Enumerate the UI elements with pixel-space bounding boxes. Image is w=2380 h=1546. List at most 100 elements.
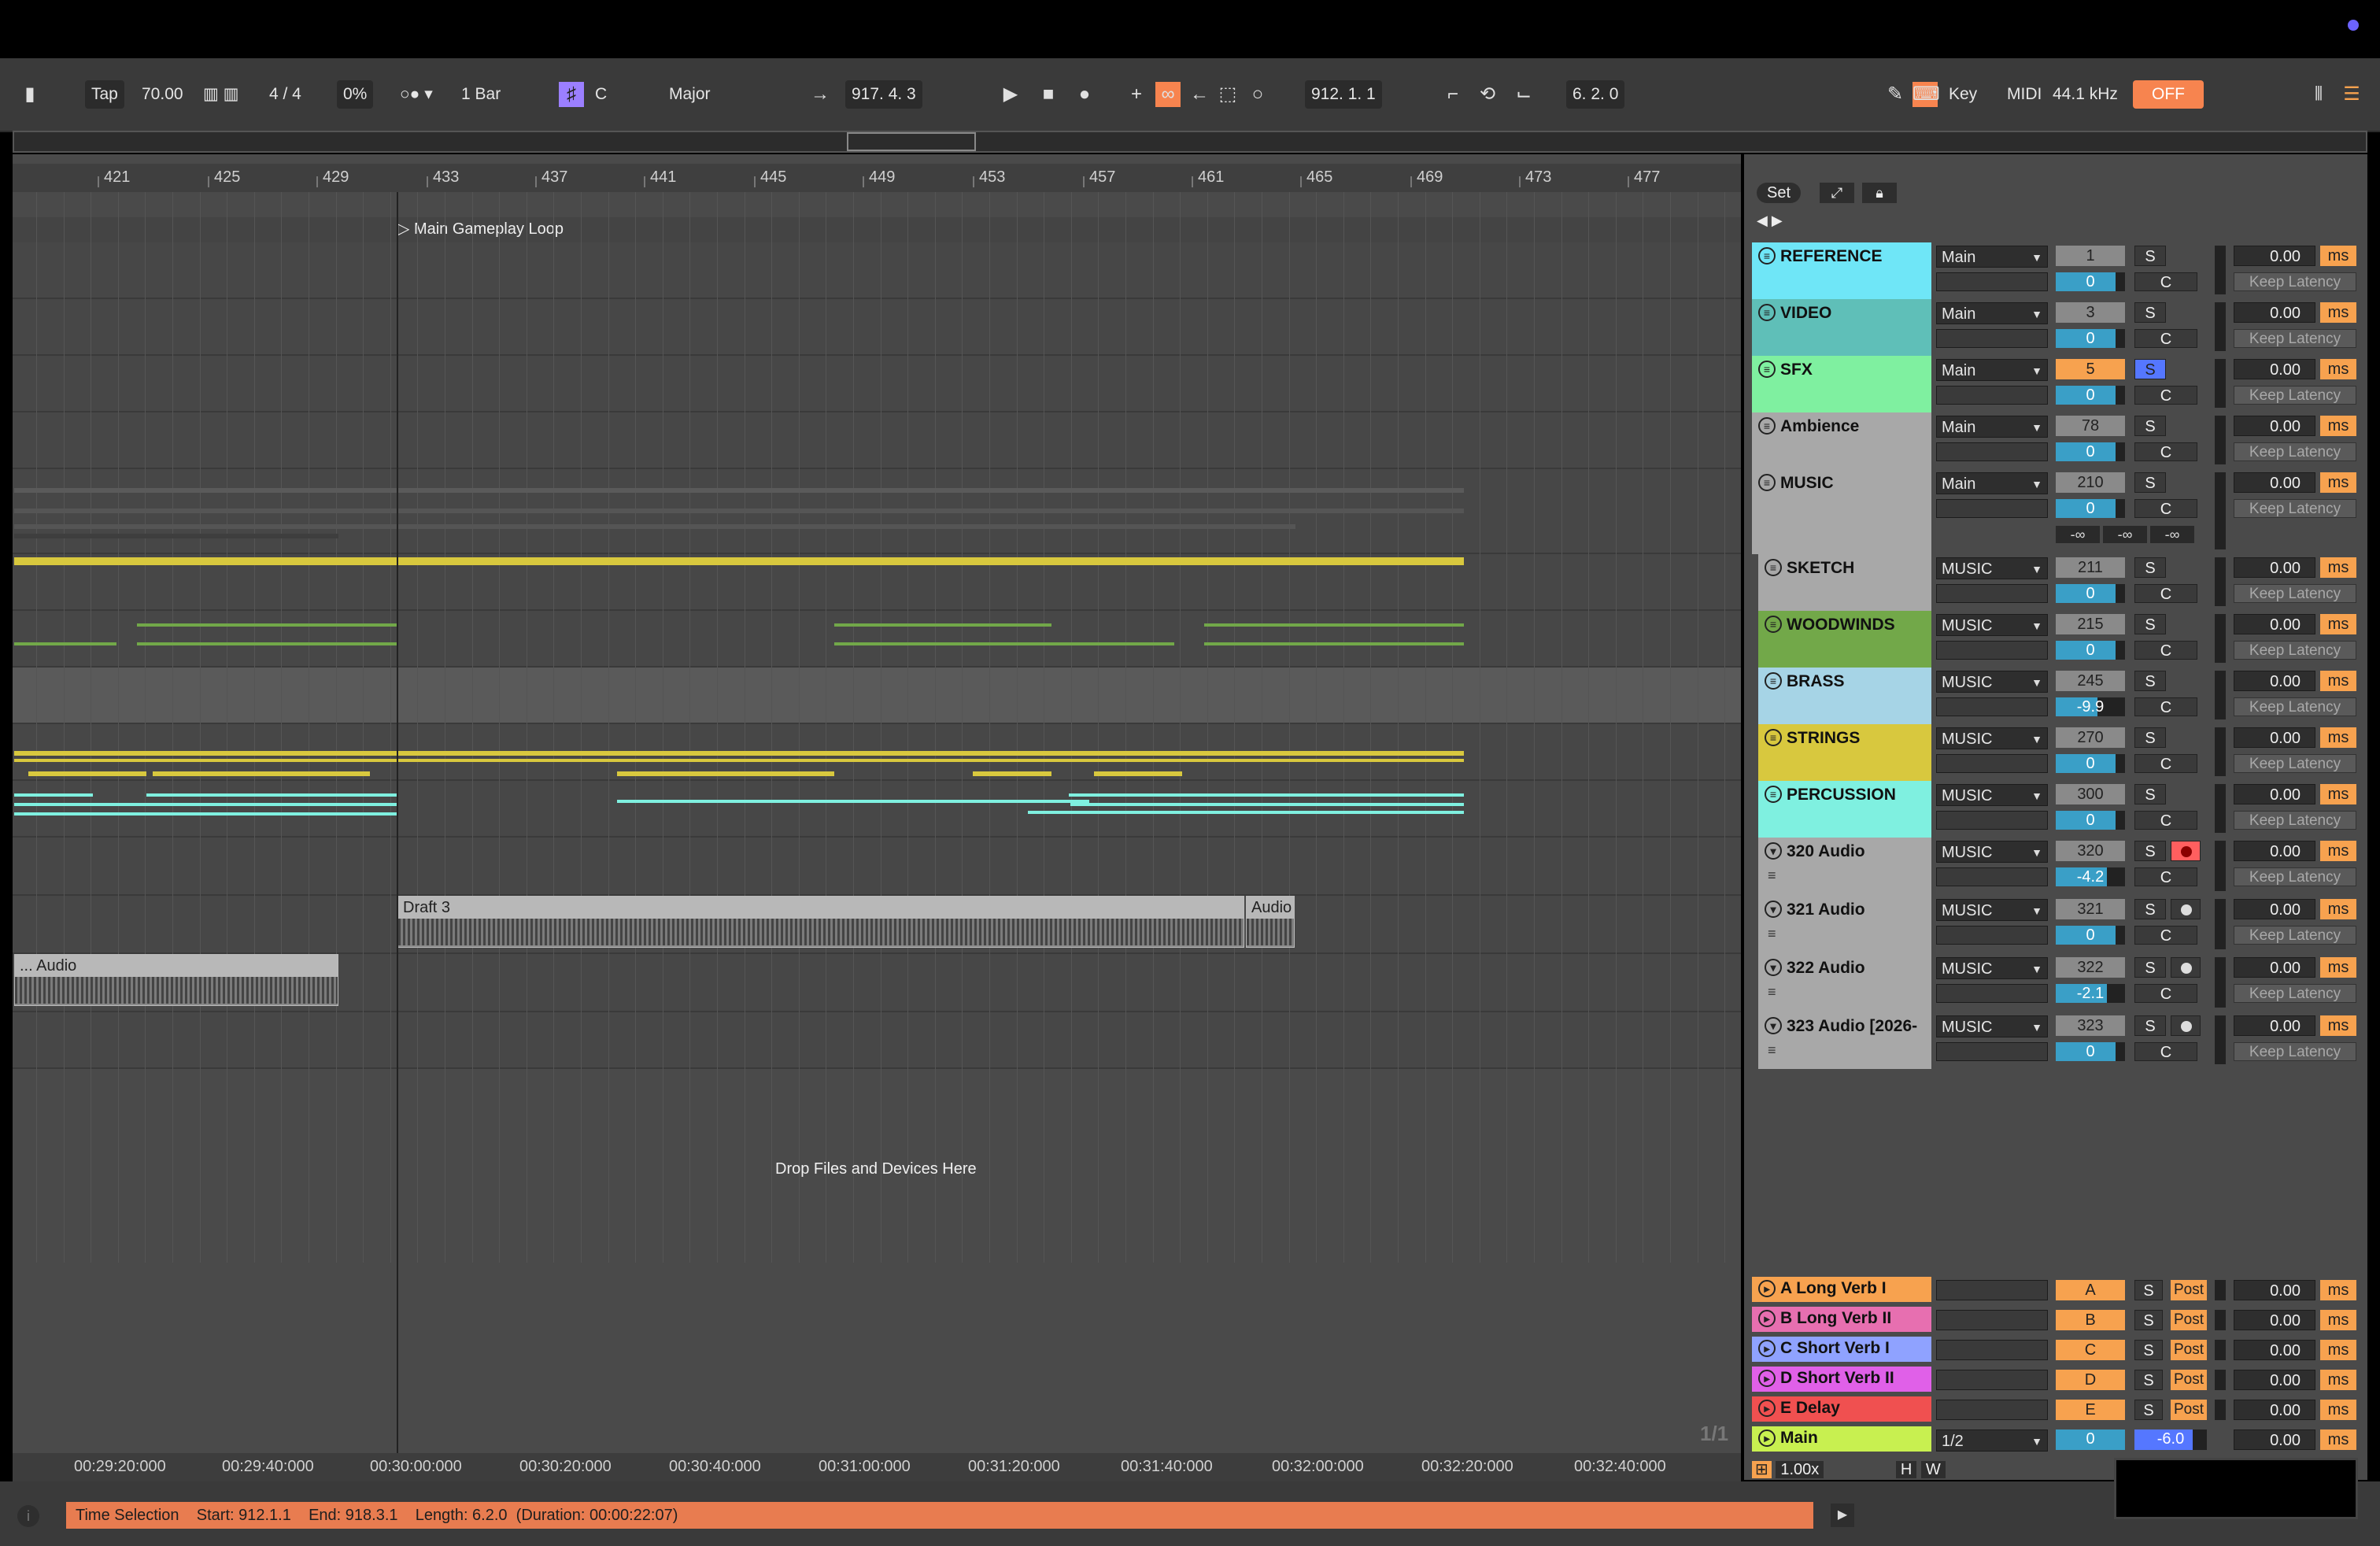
output-channel-select[interactable] <box>1936 697 2048 716</box>
info-icon[interactable]: i <box>17 1505 39 1527</box>
draw-mode-icon[interactable]: ✎ <box>1883 82 1908 107</box>
track-number[interactable]: 215 <box>2056 614 2125 634</box>
track-volume[interactable]: 0 <box>2056 584 2125 603</box>
track-delay-field[interactable]: 0.00 <box>2234 557 2315 578</box>
track-lane[interactable] <box>13 838 1741 896</box>
clip-note-bar[interactable] <box>137 623 397 627</box>
keep-latency-button[interactable]: Keep Latency <box>2234 984 2356 1003</box>
solo-button[interactable]: S <box>2134 614 2166 634</box>
clip-note-bar[interactable] <box>834 623 1051 627</box>
audio-clip-draft-3[interactable]: Draft 3 <box>397 896 1244 948</box>
clip-note-bar[interactable] <box>1204 642 1464 645</box>
keep-latency-button[interactable]: Keep Latency <box>2234 499 2356 518</box>
stop-icon[interactable]: ■ <box>1036 82 1061 107</box>
group-icon[interactable]: ≡ <box>1758 247 1776 264</box>
clip-note-bar[interactable] <box>28 771 146 776</box>
return-name[interactable]: ▸ A Long Verb I <box>1752 1277 1931 1302</box>
track-name[interactable]: ▾ 320 Audio ≡ <box>1758 838 1931 896</box>
output-routing-select[interactable]: MUSIC <box>1936 727 2048 750</box>
pre-post-toggle[interactable]: Post <box>2171 1370 2207 1390</box>
clip-note-bar[interactable] <box>1070 803 1464 806</box>
delay-unit-toggle[interactable]: ms <box>2320 1370 2356 1390</box>
solo-button[interactable]: S <box>2134 1400 2163 1420</box>
cpu-overload-indicator[interactable]: OFF <box>2133 80 2204 109</box>
clip-note-bar[interactable] <box>137 642 397 645</box>
solo-button[interactable]: S <box>2134 416 2166 436</box>
lane-menu-icon[interactable]: ≡ <box>1768 984 1776 1000</box>
clip-note-bar[interactable] <box>14 812 397 816</box>
track-lane[interactable] <box>13 299 1741 356</box>
solo-button[interactable]: S <box>2134 1280 2163 1300</box>
lane-menu-icon[interactable]: ≡ <box>1768 867 1776 884</box>
clip-note-bar[interactable] <box>1204 623 1464 627</box>
clip-note-bar[interactable] <box>14 509 1464 513</box>
group-icon[interactable]: ≡ <box>1758 361 1776 378</box>
solo-button[interactable]: S <box>2134 1370 2163 1390</box>
solo-button[interactable]: S <box>2134 727 2166 748</box>
keep-latency-button[interactable]: Keep Latency <box>2234 272 2356 291</box>
arm-button[interactable] <box>2171 957 2201 978</box>
solo-button[interactable]: S <box>2134 841 2166 861</box>
solo-button[interactable]: S <box>2134 1015 2166 1036</box>
track-name[interactable]: ▾ 322 Audio ≡ <box>1758 954 1931 1012</box>
main-number[interactable]: 0 <box>2056 1429 2125 1450</box>
return-letter[interactable]: D <box>2056 1370 2125 1390</box>
clip-note-bar[interactable] <box>14 524 1295 529</box>
fold-icon[interactable]: ▸ <box>1758 1370 1776 1387</box>
output-channel-select[interactable] <box>1936 584 2048 603</box>
track-lane[interactable] <box>13 611 1741 668</box>
scale-select[interactable]: Major <box>669 80 711 109</box>
fold-icon[interactable]: ▾ <box>1765 959 1782 976</box>
fold-icon[interactable]: ▸ <box>1758 1429 1776 1447</box>
clip-note-bar[interactable] <box>617 800 1089 803</box>
track-number[interactable]: 211 <box>2056 557 2125 578</box>
output-channel-select[interactable] <box>1936 499 2048 518</box>
solo-button[interactable]: S <box>2134 472 2166 493</box>
return-letter[interactable]: A <box>2056 1280 2125 1300</box>
zoom-level[interactable]: 1.00x <box>1776 1461 1824 1478</box>
track-delay-field[interactable]: 0.00 <box>2234 302 2315 323</box>
track-volume[interactable]: -9.9 <box>2056 697 2125 716</box>
loop-length-field[interactable]: 6. 2. 0 <box>1566 80 1625 109</box>
return-delay-field[interactable]: 0.00 <box>2234 1370 2315 1390</box>
return-delay-field[interactable]: 0.00 <box>2234 1340 2315 1360</box>
delay-unit-toggle[interactable]: ms <box>2320 727 2356 748</box>
output-channel-select[interactable] <box>1936 754 2048 773</box>
track-name[interactable]: ≡ PERCUSSION <box>1758 781 1931 838</box>
main-name[interactable]: ▸ Main <box>1752 1426 1931 1452</box>
solo-button[interactable]: S <box>2134 359 2166 379</box>
key-map-button[interactable]: Key <box>1949 80 1977 109</box>
h-button[interactable]: H <box>1895 1461 1917 1478</box>
output-channel-select[interactable] <box>1936 641 2048 660</box>
track-delay-field[interactable]: 0.00 <box>2234 899 2315 919</box>
track-name[interactable]: ≡ MUSIC <box>1752 469 1931 554</box>
track-number[interactable]: 5 <box>2056 359 2125 379</box>
fold-icon[interactable]: ▸ <box>1758 1400 1776 1417</box>
fold-icon[interactable]: ▾ <box>1765 901 1782 918</box>
track-volume[interactable]: 0 <box>2056 641 2125 660</box>
key-select[interactable]: C <box>595 80 607 109</box>
track-delay-field[interactable]: 0.00 <box>2234 246 2315 266</box>
solo-button[interactable]: S <box>2134 302 2166 323</box>
delay-unit-toggle[interactable]: ms <box>2320 784 2356 804</box>
track-name[interactable]: ≡ BRASS <box>1758 668 1931 724</box>
track-volume[interactable]: 0 <box>2056 329 2125 348</box>
output-channel-select[interactable] <box>1936 926 2048 945</box>
keep-latency-button[interactable]: Keep Latency <box>2234 386 2356 405</box>
output-routing-select[interactable]: Main <box>1936 472 2048 495</box>
output-routing-select[interactable]: MUSIC <box>1936 1015 2048 1038</box>
track-delay-field[interactable]: 0.00 <box>2234 416 2315 436</box>
main-volume[interactable]: -6.0 <box>2134 1429 2207 1450</box>
loop-toggle-icon[interactable]: ⟲ <box>1475 82 1500 107</box>
track-lane[interactable] <box>13 412 1741 469</box>
clip-note-bar[interactable] <box>14 642 116 645</box>
output-channel-select[interactable] <box>1936 272 2048 291</box>
overview-window[interactable] <box>847 132 976 151</box>
track-name[interactable]: ≡ STRINGS <box>1758 724 1931 781</box>
play-preview-icon[interactable]: ▶ <box>1831 1503 1854 1527</box>
group-icon[interactable]: ≡ <box>1765 786 1782 803</box>
pan-center-button[interactable]: C <box>2134 1042 2197 1061</box>
browser-toggle-icon[interactable]: ▮ <box>17 82 42 107</box>
keep-latency-button[interactable]: Keep Latency <box>2234 584 2356 603</box>
pan-center-button[interactable]: C <box>2134 984 2197 1003</box>
